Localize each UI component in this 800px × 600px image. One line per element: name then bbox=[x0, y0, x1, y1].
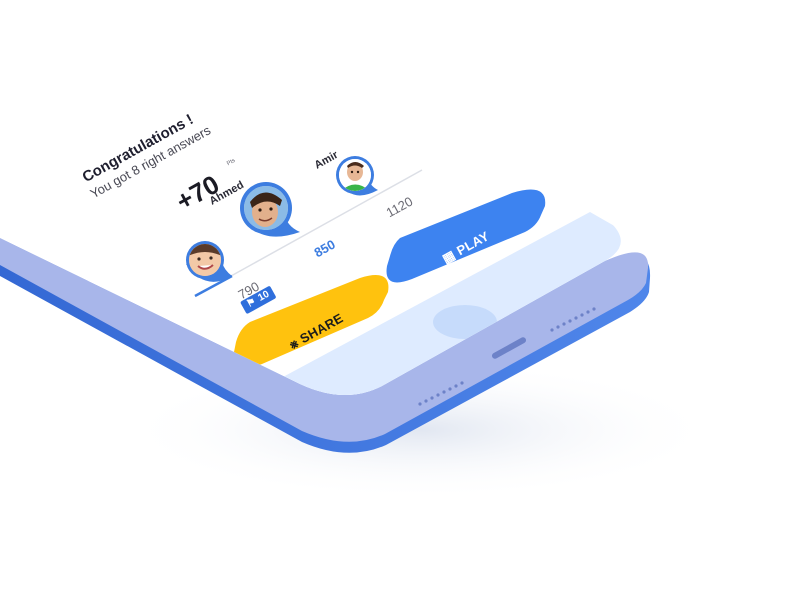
phone-body bbox=[0, 0, 720, 500]
rank-badge-value: 10 bbox=[256, 288, 272, 304]
boy-avatar-main[interactable] bbox=[244, 186, 288, 230]
phone-mockup-stage: Congratulations ! You got 8 right answer… bbox=[0, 0, 800, 600]
boy-avatar-small[interactable] bbox=[339, 159, 371, 191]
flag-icon: ⚑ bbox=[244, 296, 259, 311]
